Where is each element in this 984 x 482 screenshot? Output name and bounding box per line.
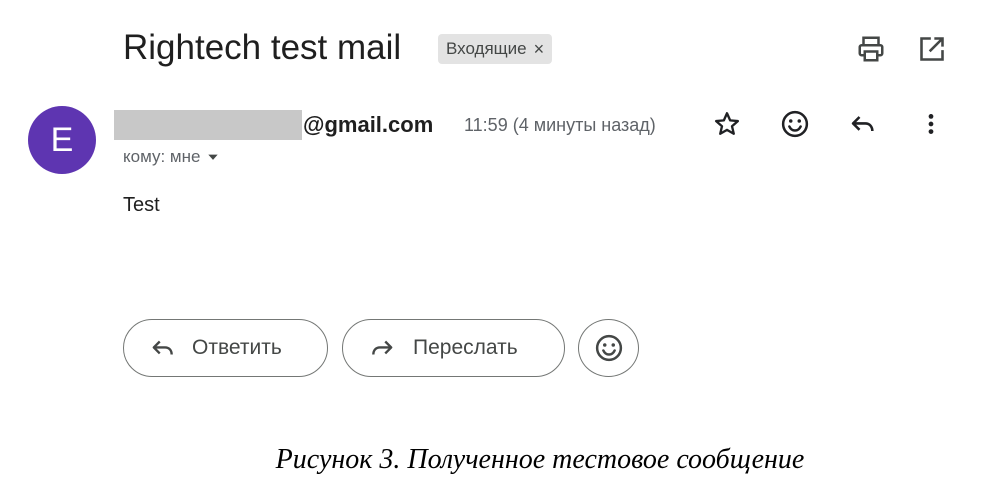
sender-name-redacted [114, 110, 302, 140]
forward-label: Переслать [413, 336, 518, 359]
figure-caption: Рисунок 3. Полученное тестовое сообщение [275, 444, 805, 475]
remove-label-button[interactable]: × [534, 39, 545, 60]
open-in-new-window-icon [920, 37, 944, 61]
print-button[interactable] [851, 29, 891, 69]
forward-pill-button[interactable]: Переслать [342, 319, 565, 377]
inbox-label-chip[interactable]: Входящие × [438, 34, 553, 64]
email-subject: Rightech test mail [123, 28, 402, 67]
reply-pill-button[interactable]: Ответить [123, 319, 328, 377]
label-text: Входящие [446, 39, 527, 58]
chevron-down-icon [208, 154, 219, 160]
star-button[interactable] [707, 104, 747, 144]
reaction-pill-button[interactable] [578, 319, 639, 377]
sender-email[interactable]: @gmail.com [303, 110, 433, 140]
recipient-text: кому: мне [123, 147, 201, 166]
reply-icon [851, 116, 874, 132]
print-icon [858, 36, 884, 62]
reply-icon [150, 335, 176, 361]
reply-button[interactable] [843, 104, 883, 144]
recipient-details[interactable]: кому: мне [123, 146, 220, 168]
sender-avatar[interactable]: E [28, 106, 96, 174]
add-reaction-button[interactable] [775, 104, 815, 144]
star-icon [714, 112, 740, 135]
more-options-button[interactable] [911, 104, 951, 144]
reply-label: Ответить [192, 336, 282, 359]
emoji-icon [595, 334, 622, 362]
message-body: Test [123, 194, 160, 216]
message-timestamp: 11:59 (4 минуты назад) [464, 115, 656, 135]
forward-icon [369, 335, 395, 361]
more-vert-icon [928, 114, 934, 134]
open-in-new-window-button[interactable] [912, 29, 952, 69]
emoji-icon [781, 110, 809, 138]
